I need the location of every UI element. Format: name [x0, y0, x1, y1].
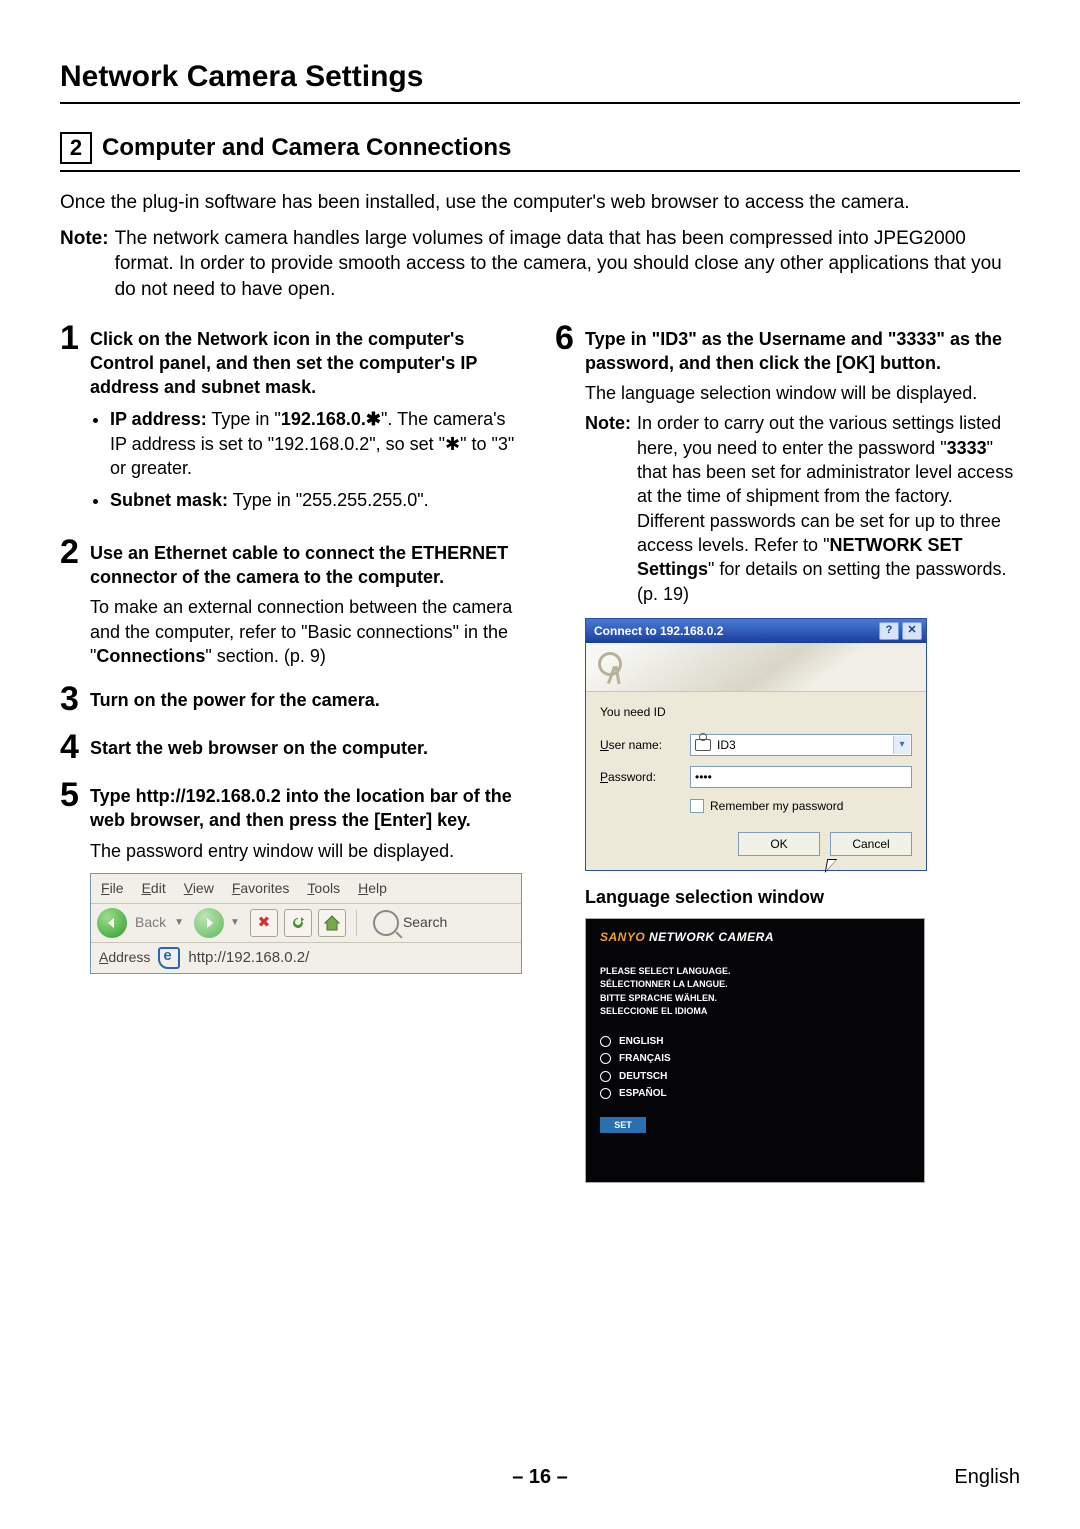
step-heading: Turn on the power for the camera.	[90, 688, 525, 712]
note-text: The network camera handles large volumes…	[115, 226, 1020, 303]
step-desc: To make an external connection between t…	[90, 595, 525, 668]
page-title: Network Camera Settings	[60, 60, 1020, 104]
step-number: 6	[555, 321, 585, 1183]
remember-label: Remember my password	[710, 798, 843, 814]
ip-address-bullet: IP address: Type in "192.168.0.✱". The c…	[110, 407, 525, 480]
dialog-titlebar: Connect to 192.168.0.2 ? ✕	[586, 619, 926, 643]
step-desc: The password entry window will be displa…	[90, 839, 525, 863]
back-icon[interactable]	[97, 908, 127, 938]
menu-view[interactable]: View	[184, 879, 214, 898]
ok-button[interactable]: OK	[738, 832, 820, 856]
lang-option-deutsch[interactable]: DEUTSCH	[600, 1070, 910, 1084]
auth-dialog-mock: Connect to 192.168.0.2 ? ✕ You need ID	[585, 618, 927, 871]
dialog-banner	[586, 643, 926, 692]
two-column-body: 1 Click on the Network icon in the compu…	[60, 321, 1020, 1197]
home-icon[interactable]	[318, 909, 346, 937]
step-number: 5	[60, 778, 90, 974]
step-number: 1	[60, 321, 90, 521]
note-label: Note:	[60, 226, 109, 303]
menu-favorites[interactable]: Favorites	[232, 879, 290, 898]
brand-label: SANYO NETWORK CAMERA	[600, 929, 910, 945]
menu-tools[interactable]: Tools	[307, 879, 340, 898]
step-desc: The language selection window will be di…	[585, 381, 1020, 405]
menu-file[interactable]: File	[101, 879, 124, 898]
checkbox-icon[interactable]	[690, 799, 704, 813]
step-1: 1 Click on the Network icon in the compu…	[60, 321, 525, 521]
step-4: 4 Start the web browser on the computer.	[60, 730, 525, 764]
right-column: 6 Type in "ID3" as the Username and "333…	[555, 321, 1020, 1197]
step-6: 6 Type in "ID3" as the Username and "333…	[555, 321, 1020, 1183]
forward-icon[interactable]	[194, 908, 224, 938]
step-number: 2	[60, 535, 90, 668]
menu-help[interactable]: Help	[358, 879, 387, 898]
section-title: Computer and Camera Connections	[102, 134, 511, 162]
keys-icon	[596, 650, 630, 684]
page-footer: – 16 – English	[60, 1466, 1020, 1489]
address-bar: Address http://192.168.0.2/	[91, 943, 521, 973]
lang-option-english[interactable]: ENGLISH	[600, 1035, 910, 1049]
step-3: 3 Turn on the power for the camera.	[60, 682, 525, 716]
language-window-mock: SANYO NETWORK CAMERA PLEASE SELECT LANGU…	[585, 918, 925, 1183]
section-number-box: 2	[60, 132, 92, 164]
password-field[interactable]: ••••	[690, 766, 912, 788]
step-number: 3	[60, 682, 90, 716]
browser-window-mock: File Edit View Favorites Tools Help Back…	[90, 873, 522, 974]
browser-toolbar: Back ▼ ▼ ✖	[91, 904, 521, 943]
step-2: 2 Use an Ethernet cable to connect the E…	[60, 535, 525, 668]
note-label: Note:	[585, 411, 631, 605]
step-5: 5 Type http://192.168.0.2 into the locat…	[60, 778, 525, 974]
radio-icon	[600, 1071, 611, 1082]
step-heading: Type http://192.168.0.2 into the locatio…	[90, 784, 525, 833]
footer-language: English	[954, 1466, 1020, 1489]
lang-option-francais[interactable]: FRANÇAIS	[600, 1052, 910, 1066]
browser-menubar: File Edit View Favorites Tools Help	[91, 874, 521, 904]
subnet-mask-bullet: Subnet mask: Type in "255.255.255.0".	[110, 488, 525, 512]
language-prompts: PLEASE SELECT LANGUAGE. SÉLECTIONNER LA …	[600, 965, 910, 1019]
remember-password-row[interactable]: Remember my password	[690, 798, 912, 814]
address-label: Address	[99, 948, 150, 967]
intro-text: Once the plug-in software has been insta…	[60, 190, 1020, 216]
address-url[interactable]: http://192.168.0.2/	[188, 948, 309, 968]
step-heading: Use an Ethernet cable to connect the ETH…	[90, 541, 525, 590]
chevron-down-icon[interactable]: ▾	[893, 736, 910, 754]
step-heading: Click on the Network icon in the compute…	[90, 327, 525, 400]
password-label: Password:	[600, 769, 690, 785]
radio-icon	[600, 1088, 611, 1099]
radio-icon	[600, 1053, 611, 1064]
language-window-caption: Language selection window	[585, 885, 1020, 909]
chevron-down-icon[interactable]: ▼	[230, 916, 240, 930]
dialog-prompt: You need ID	[600, 704, 912, 720]
language-options: ENGLISH FRANÇAIS DEUTSCH ESPAÑOL	[600, 1035, 910, 1101]
username-value: ID3	[717, 737, 736, 753]
lang-option-espanol[interactable]: ESPAÑOL	[600, 1087, 910, 1101]
dialog-title: Connect to 192.168.0.2	[594, 623, 723, 639]
refresh-icon[interactable]	[284, 909, 312, 937]
ie-icon	[158, 947, 180, 969]
left-column: 1 Click on the Network icon in the compu…	[60, 321, 525, 1197]
search-label: Search	[403, 913, 447, 932]
top-note: Note: The network camera handles large v…	[60, 226, 1020, 303]
page-number: – 16 –	[512, 1466, 568, 1489]
menu-edit[interactable]: Edit	[142, 879, 166, 898]
note-text: In order to carry out the various settin…	[637, 411, 1020, 605]
credential-icon	[695, 739, 711, 751]
password-value: ••••	[695, 769, 712, 785]
step-heading: Type in "ID3" as the Username and "3333"…	[585, 327, 1020, 376]
step-note: Note: In order to carry out the various …	[585, 411, 1020, 605]
search-button[interactable]: Search	[373, 910, 447, 936]
help-icon[interactable]: ?	[879, 622, 899, 640]
cancel-button[interactable]: Cancel	[830, 832, 912, 856]
step-heading: Start the web browser on the computer.	[90, 736, 525, 760]
step-number: 4	[60, 730, 90, 764]
back-label[interactable]: Back	[135, 913, 166, 932]
close-icon[interactable]: ✕	[902, 622, 922, 640]
chevron-down-icon[interactable]: ▼	[174, 916, 184, 930]
username-field[interactable]: ID3 ▾	[690, 734, 912, 756]
search-icon	[373, 910, 399, 936]
radio-icon	[600, 1036, 611, 1047]
username-label: User name:	[600, 737, 690, 753]
stop-icon[interactable]: ✖	[250, 909, 278, 937]
set-button[interactable]: SET	[600, 1117, 646, 1133]
section-header: 2 Computer and Camera Connections	[60, 132, 1020, 172]
